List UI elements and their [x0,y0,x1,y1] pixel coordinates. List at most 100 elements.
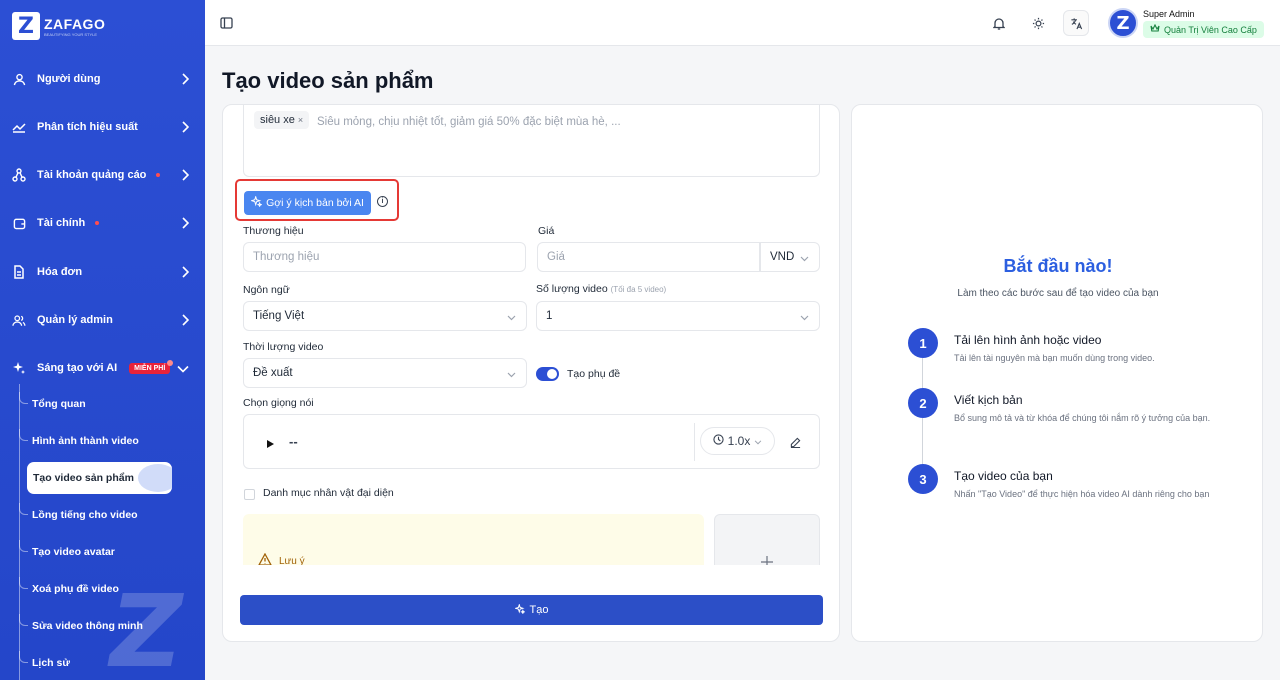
step-description: Bổ sung mô tả và từ khóa để chúng tôi nắ… [954,413,1211,423]
step-number: 1 [908,328,938,358]
ai-highlight-frame: Gợi ý kịch bản bởi AI i [235,179,399,221]
language-select[interactable]: Tiếng Việt [243,301,527,331]
subtitle-toggle[interactable] [536,367,559,381]
note-label: Lưu ý [279,556,305,565]
video-count-label: Số lượng video (Tối đa 5 video) [536,283,666,295]
video-count-value: 1 [546,310,553,322]
play-icon[interactable] [266,436,275,454]
close-icon[interactable]: × [298,115,303,125]
avatar[interactable]: Z [1108,8,1138,38]
chevron-down-icon [800,253,809,265]
ai-button-label: Gợi ý kịch bản bởi AI [266,197,364,209]
trend-chart-icon [12,120,26,134]
subtitle-toggle-label: Tạo phụ đề [567,368,621,380]
sidebar-item-label: Sáng tạo với AI [37,362,118,374]
submenu-item-dubbing[interactable]: Lồng tiếng cho video [19,503,179,527]
chevron-right-icon [181,121,190,136]
document-icon [12,265,26,279]
sun-icon[interactable] [1025,10,1051,36]
step-number: 3 [908,464,938,494]
character-checkbox-label: Danh mục nhân vật đại diện [263,487,394,499]
price-input[interactable]: Giá [537,242,760,272]
upload-character-box[interactable] [714,514,820,565]
ai-suggest-button[interactable]: Gợi ý kịch bản bởi AI [244,191,371,215]
guide-title: Bắt đầu nào! [1003,256,1113,276]
submenu-label: Tổng quan [32,398,86,410]
brand-logo[interactable]: Z ZAFAGO BEAUTIFYING YOUR STYLE [12,12,105,40]
submenu-item-product-video[interactable]: Tạo video sản phẩm [27,462,172,494]
edit-icon[interactable] [790,435,801,453]
user-name: Super Admin [1143,9,1195,19]
submenu-label: Lịch sử [32,657,70,669]
chevron-down-icon [754,434,762,448]
users-icon [12,313,26,327]
top-bar: Z Super Admin Quản Trị Viên Cao Cấp [205,0,1280,46]
role-badge: Quản Trị Viên Cao Cấp [1143,21,1264,38]
brand-label: Thương hiệu [243,225,304,237]
submenu-item-avatar-video[interactable]: Tạo video avatar [19,540,179,564]
submenu-label: Tạo video sản phẩm [33,472,134,484]
sidebar-item-label: Phân tích hiệu suất [37,121,138,133]
sidebar-item-analytics[interactable]: Phân tích hiệu suất [0,112,205,142]
sidebar-toggle-icon[interactable] [213,10,239,36]
sidebar-item-label: Quản lý admin [37,314,113,326]
language-label: Ngôn ngữ [243,284,290,296]
keyword-input[interactable]: siêu xe × Siêu mỏng, chịu nhiệt tốt, giảm… [243,105,820,177]
chevron-right-icon [181,73,190,88]
duration-label: Thời lượng video [243,341,324,353]
speed-select[interactable]: 1.0x [700,427,775,455]
keyword-placeholder: Siêu mỏng, chịu nhiệt tốt, giảm giá 50% … [317,116,621,128]
step-title: Tải lên hình ảnh hoặc video [954,333,1102,347]
step-title: Viết kịch bản [954,393,1023,407]
form-scroll-area[interactable]: siêu xe × Siêu mỏng, chịu nhiệt tốt, giảm… [223,105,839,565]
voice-picker: -- 1.0x [243,414,820,469]
submenu-label: Tạo video avatar [32,546,115,558]
sidebar-item-ai-create[interactable]: Sáng tạo với AI MIỄN PHÍ [0,353,205,383]
notification-dot [95,221,100,225]
notification-dot [156,173,161,177]
free-badge: MIỄN PHÍ [129,359,174,374]
chevron-down-icon [800,312,809,324]
chevron-down-icon [507,369,516,381]
video-count-hint: (Tối đa 5 video) [610,285,667,294]
warning-icon [258,552,272,565]
sidebar-item-label: Người dùng [37,73,101,85]
sidebar-item-label: Tài khoản quảng cáo [37,169,147,181]
form-card: siêu xe × Siêu mỏng, chịu nhiệt tốt, giảm… [222,104,840,642]
info-icon[interactable]: i [377,196,388,207]
submenu-item-image-to-video[interactable]: Hình ảnh thành video [19,429,179,453]
duration-value: Đề xuất [253,367,293,379]
video-count-select[interactable]: 1 [536,301,820,331]
submenu-label: Lồng tiếng cho video [32,509,138,521]
sidebar-item-finance[interactable]: Tài chính [0,208,205,238]
clock-icon [713,434,724,448]
user-icon [12,72,26,86]
submenu-label: Xoá phụ đề video [32,583,119,595]
role-label: Quản Trị Viên Cao Cấp [1164,24,1257,35]
network-icon [12,168,26,182]
bell-icon[interactable] [986,10,1012,36]
crown-icon [1150,23,1160,35]
create-button-label: Tạo [529,604,549,616]
plus-icon [761,555,773,565]
character-checkbox[interactable] [244,489,255,500]
video-count-label-text: Số lượng video [536,283,608,295]
sidebar: Z ZAFAGO BEAUTIFYING YOUR STYLE Người dù… [0,0,205,680]
sidebar-item-admin[interactable]: Quản lý admin [0,305,205,335]
sidebar-item-ad-accounts[interactable]: Tài khoản quảng cáo [0,160,205,190]
submenu-item-overview[interactable]: Tổng quan [19,392,179,416]
page-title: Tạo video sản phẩm [222,68,434,93]
currency-select[interactable]: VND [760,242,820,272]
wallet-icon [12,216,26,230]
sidebar-item-label: Tài chính [37,217,86,229]
price-label: Giá [538,225,555,237]
sidebar-item-users[interactable]: Người dùng [0,64,205,94]
translate-icon[interactable] [1063,10,1089,36]
duration-select[interactable]: Đề xuất [243,358,527,388]
step-connector [922,418,923,464]
guide-card: Bắt đầu nào! Làm theo các bước sau để tạ… [851,104,1263,642]
sidebar-item-invoices[interactable]: Hóa đơn [0,257,205,287]
create-button[interactable]: Tạo [240,595,823,625]
step-description: Nhấn "Tạo Video" để thực hiện hóa video … [954,489,1210,499]
brand-input[interactable]: Thương hiệu [243,242,526,272]
